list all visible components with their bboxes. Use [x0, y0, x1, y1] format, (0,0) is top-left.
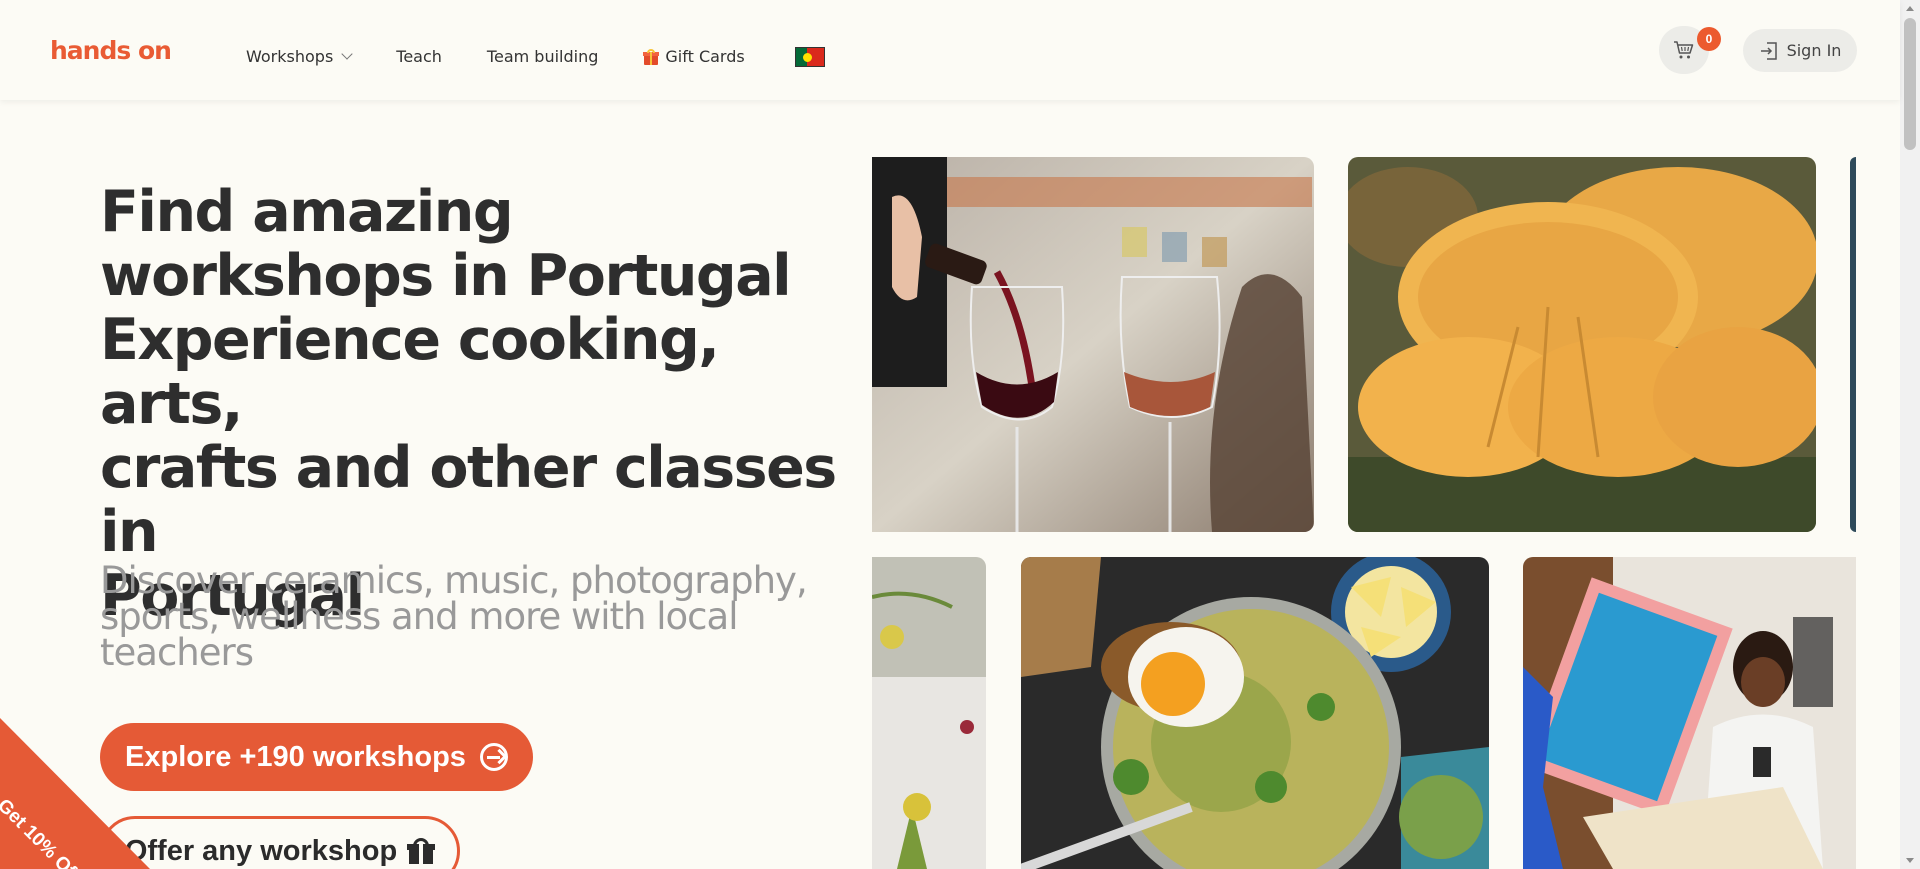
egg-soup-photo — [1021, 557, 1489, 869]
hero-title-line-2: workshops in Portugal — [100, 243, 792, 309]
nav-teach[interactable]: Teach — [396, 47, 442, 66]
gallery-photo-partial[interactable] — [1850, 157, 1856, 532]
gallery-photo-screen-printing[interactable] — [1523, 557, 1856, 869]
mushroom-photo — [1348, 157, 1816, 532]
nav-workshops-label: Workshops — [246, 47, 334, 66]
chevron-down-icon — [341, 48, 353, 60]
hero-subtitle: Discover ceramics, music, photography, s… — [100, 559, 808, 674]
discount-ribbon[interactable] — [0, 718, 150, 869]
gift-icon — [643, 48, 660, 65]
offer-workshop-button[interactable]: Offer any workshop — [100, 816, 460, 869]
screen-printing-photo — [1523, 557, 1856, 869]
portugal-flag-icon[interactable] — [794, 47, 825, 67]
logo[interactable]: hands on — [50, 36, 172, 65]
sign-in-label: Sign In — [1786, 41, 1842, 60]
site-header: hands on Workshops Teach Team building G… — [0, 0, 1900, 100]
offer-workshop-label: Offer any workshop — [124, 834, 398, 867]
explore-workshops-label: Explore +190 workshops — [125, 740, 466, 773]
nav-team-building-label: Team building — [486, 47, 599, 66]
explore-workshops-button[interactable]: Explore +190 workshops — [100, 723, 533, 791]
hero-title-line-1: Find amazing — [100, 179, 514, 245]
sign-in-button[interactable]: Sign In — [1743, 29, 1857, 72]
scroll-down-arrow-icon[interactable] — [1906, 858, 1914, 863]
main-nav: Workshops Teach Team building Gift Cards — [246, 46, 825, 67]
wine-pouring-photo — [872, 157, 1314, 532]
gallery-photo-egg-soup[interactable] — [1021, 557, 1489, 869]
arrow-right-circle-icon — [479, 743, 508, 771]
nav-team-building[interactable]: Team building — [487, 47, 598, 66]
gallery-photo-mushroom[interactable] — [1348, 157, 1816, 532]
cart-icon — [1674, 41, 1694, 59]
hero-title-line-3: Experience cooking, arts, — [100, 307, 720, 437]
nav-teach-label: Teach — [396, 47, 442, 66]
hero-title-line-4: crafts and other classes in — [100, 435, 837, 565]
page-scrollbar[interactable] — [1900, 0, 1920, 869]
cart-count-badge: 0 — [1697, 27, 1721, 51]
gallery-photo-wine[interactable] — [872, 157, 1314, 532]
scroll-up-arrow-icon[interactable] — [1906, 6, 1914, 11]
nav-gift-cards-label: Gift Cards — [665, 47, 745, 66]
sign-in-icon — [1760, 41, 1777, 60]
gift-icon — [407, 838, 436, 864]
nav-gift-cards[interactable]: Gift Cards — [643, 47, 745, 66]
gallery-photo-flowers[interactable] — [872, 557, 986, 869]
nav-workshops[interactable]: Workshops — [246, 47, 353, 66]
scrollbar-thumb[interactable] — [1904, 18, 1916, 150]
flowers-photo — [872, 557, 986, 869]
